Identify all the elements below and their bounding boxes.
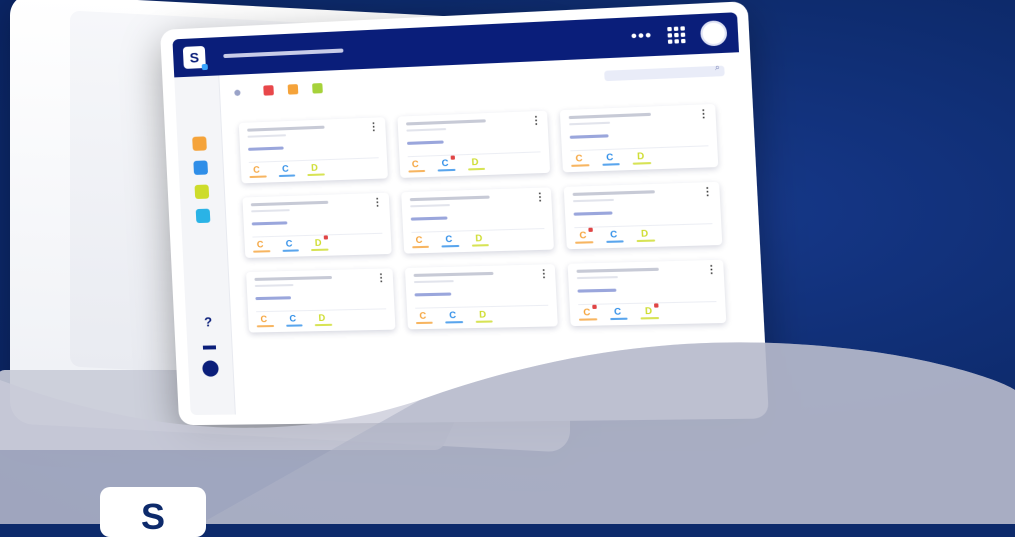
- alert-flag-icon: [323, 235, 328, 240]
- card-tag-placeholder: [248, 146, 285, 151]
- status-badge[interactable]: D: [315, 235, 328, 250]
- card-subtitle-placeholder: [413, 280, 454, 284]
- card[interactable]: ⋮ C C D: [567, 259, 727, 327]
- status-badge[interactable]: D: [641, 228, 649, 241]
- kebab-menu-icon[interactable]: ⋮: [706, 264, 718, 276]
- status-badge[interactable]: C: [415, 235, 422, 247]
- kebab-menu-icon[interactable]: ⋮: [368, 121, 379, 133]
- alert-flag-icon: [588, 227, 593, 232]
- kebab-menu-icon[interactable]: ⋮: [530, 115, 541, 127]
- card-tag-placeholder: [251, 221, 288, 226]
- status-badge[interactable]: C: [606, 152, 614, 165]
- status-badge[interactable]: D: [475, 233, 482, 246]
- card-title-placeholder: [413, 271, 494, 277]
- card-title-placeholder: [409, 195, 490, 202]
- sidebar-item-cyan[interactable]: [195, 208, 211, 224]
- status-badge[interactable]: D: [637, 151, 645, 164]
- card-title-placeholder: [569, 112, 652, 120]
- search-input[interactable]: ⌕: [604, 62, 725, 82]
- card[interactable]: ⋮ C C D: [246, 268, 396, 333]
- card-title-placeholder: [254, 275, 333, 281]
- filter-orange[interactable]: [287, 84, 299, 95]
- kebab-menu-icon[interactable]: ⋮: [698, 108, 710, 120]
- card-subtitle-placeholder: [251, 209, 290, 213]
- status-badge[interactable]: C: [614, 306, 622, 319]
- alert-flag-icon: [653, 303, 659, 308]
- filter-green[interactable]: [312, 83, 323, 94]
- card[interactable]: ⋮ C C D: [560, 103, 719, 173]
- search-icon: ⌕: [714, 62, 721, 73]
- alert-flag-icon: [592, 304, 597, 309]
- status-badge[interactable]: C: [412, 159, 419, 172]
- card-subtitle-placeholder: [247, 134, 287, 138]
- status-badge[interactable]: D: [311, 162, 318, 174]
- status-badge[interactable]: C: [583, 304, 597, 320]
- card[interactable]: ⋮ C C D: [564, 181, 723, 250]
- card[interactable]: ⋮ C C D: [242, 192, 392, 258]
- app-logo[interactable]: S: [182, 45, 206, 69]
- user-avatar[interactable]: [699, 20, 728, 47]
- sidebar-item-blue[interactable]: [193, 160, 209, 175]
- card-tag-placeholder: [414, 292, 452, 297]
- filter-red[interactable]: [263, 85, 274, 96]
- more-horizontal-icon[interactable]: •••: [630, 27, 652, 47]
- status-badge[interactable]: D: [645, 303, 659, 319]
- card[interactable]: ⋮ C C D: [404, 264, 559, 330]
- kebab-menu-icon[interactable]: ⋮: [534, 192, 545, 204]
- card[interactable]: ⋮ C C D: [238, 117, 388, 184]
- card-tag-placeholder: [406, 140, 444, 145]
- page-title-placeholder: [223, 48, 344, 59]
- card-tag-placeholder: [577, 288, 617, 293]
- kebab-menu-icon[interactable]: ⋮: [376, 273, 387, 284]
- help-icon[interactable]: ?: [186, 314, 231, 330]
- status-badge[interactable]: C: [575, 153, 583, 166]
- kebab-menu-icon[interactable]: ⋮: [372, 197, 383, 209]
- card-subtitle-placeholder: [577, 276, 619, 280]
- user-filter-icon[interactable]: ●: [233, 83, 250, 100]
- card-title-placeholder: [576, 267, 660, 273]
- apps-grid-icon[interactable]: [667, 26, 686, 44]
- status-badge[interactable]: C: [445, 234, 452, 247]
- status-badge[interactable]: C: [579, 227, 593, 243]
- kebab-menu-icon[interactable]: ⋮: [538, 268, 549, 280]
- status-badge[interactable]: C: [257, 239, 264, 251]
- card[interactable]: ⋮ C C D: [400, 187, 555, 254]
- card-subtitle-placeholder: [573, 198, 615, 203]
- status-badge[interactable]: C: [253, 165, 260, 177]
- card-subtitle-placeholder: [254, 284, 294, 287]
- status-badge[interactable]: C: [282, 164, 289, 176]
- card-subtitle-placeholder: [409, 204, 450, 208]
- status-badge[interactable]: C: [441, 155, 455, 171]
- brand-logo: S: [100, 487, 206, 537]
- kebab-menu-icon[interactable]: ⋮: [702, 186, 714, 198]
- card[interactable]: ⋮ C C D: [397, 110, 551, 178]
- card-title-placeholder: [405, 119, 486, 126]
- card-tag-placeholder: [573, 211, 613, 216]
- status-badge[interactable]: C: [610, 229, 618, 242]
- status-badge[interactable]: D: [318, 313, 325, 325]
- card-title-placeholder: [250, 200, 329, 207]
- card-tag-placeholder: [255, 296, 292, 301]
- status-badge[interactable]: D: [479, 309, 486, 322]
- sidebar-item-lime[interactable]: [194, 184, 210, 200]
- status-badge[interactable]: C: [286, 238, 293, 250]
- card-title-placeholder: [572, 190, 656, 196]
- card-subtitle-placeholder: [569, 121, 611, 126]
- card-tag-placeholder: [410, 216, 448, 221]
- alert-flag-icon: [450, 155, 455, 160]
- card-title-placeholder: [247, 125, 325, 132]
- card-grid: ⋮ C C D ⋮ C C D ⋮ C C D ⋮ C C D ⋮ C C D ⋮ C C D ⋮ C C D ⋮ C C D ⋮ C C D: [238, 103, 727, 333]
- status-badge[interactable]: C: [260, 314, 267, 326]
- status-badge[interactable]: C: [289, 313, 296, 325]
- sidebar-item-orange[interactable]: [192, 136, 207, 151]
- status-badge[interactable]: C: [419, 311, 426, 323]
- card-subtitle-placeholder: [406, 128, 446, 132]
- status-badge[interactable]: C: [449, 310, 456, 322]
- status-badge[interactable]: D: [471, 157, 478, 170]
- card-tag-placeholder: [570, 134, 609, 139]
